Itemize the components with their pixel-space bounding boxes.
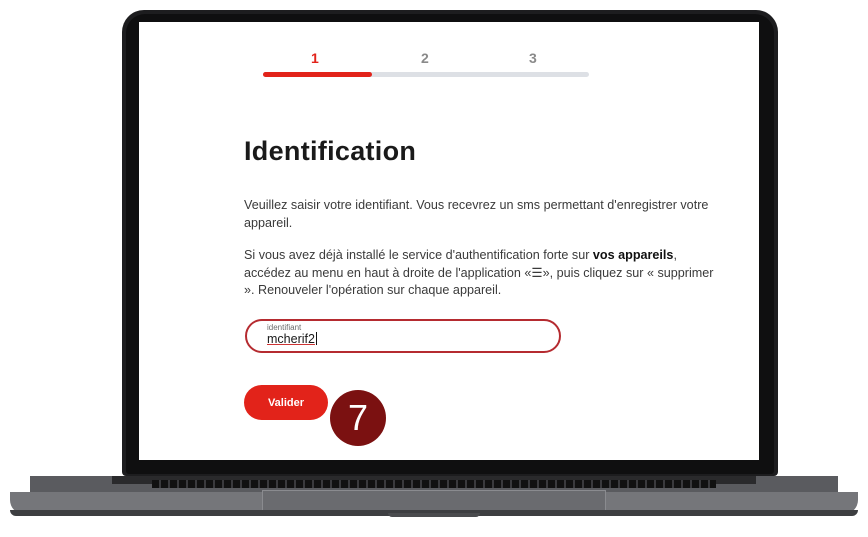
step-3: 3 — [529, 50, 537, 66]
device-instruction-text: Si vous avez déjà installé le service d'… — [244, 247, 714, 300]
identifiant-value[interactable]: mcherif2 — [267, 332, 317, 346]
step-1: 1 — [311, 50, 319, 66]
stepper: 1 2 3 — [139, 50, 759, 70]
valider-button[interactable]: Valider — [244, 385, 328, 420]
page-title: Identification — [244, 136, 417, 166]
laptop-screen: 1 2 3 Identification Veuillez saisir vot… — [139, 22, 759, 460]
identifiant-input[interactable]: identifiant mcherif2 — [245, 319, 561, 353]
step-2: 2 — [421, 50, 429, 66]
progress-track — [263, 72, 589, 77]
laptop-notch — [388, 513, 480, 517]
keyboard-icon — [152, 480, 716, 488]
device-text-bold: vos appareils — [592, 248, 674, 262]
instruction-text: Veuillez saisir votre identifiant. Vous … — [244, 198, 709, 230]
identifiant-value-text: mcherif2 — [267, 332, 315, 346]
step-number-badge: 7 — [330, 390, 386, 446]
device-text-start: Si vous avez déjà installé le service d'… — [244, 248, 593, 262]
text-caret — [315, 332, 317, 345]
trackpad — [262, 490, 606, 512]
identifiant-label: identifiant — [267, 323, 302, 332]
progress-fill — [263, 72, 372, 77]
